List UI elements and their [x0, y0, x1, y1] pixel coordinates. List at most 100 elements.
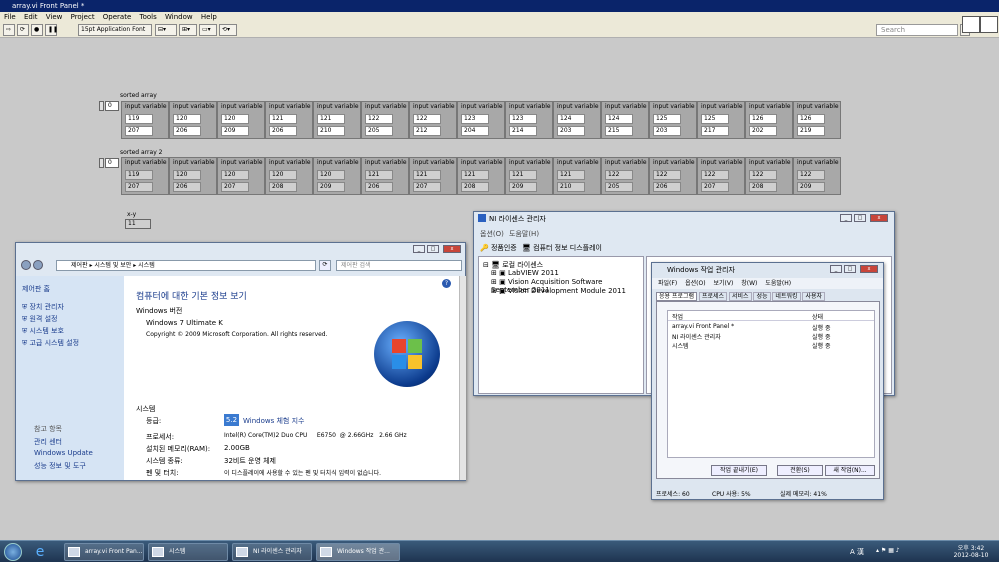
numeric-x[interactable]: 121: [269, 114, 297, 124]
close-icon[interactable]: x: [860, 265, 878, 273]
menu-options[interactable]: 옵션(O): [685, 280, 705, 287]
task-row[interactable]: 시스템 실행 중: [670, 341, 870, 350]
numeric-y[interactable]: 202: [749, 126, 777, 136]
rating-badge[interactable]: 5.2: [224, 414, 239, 426]
minimize-icon[interactable]: _: [830, 265, 842, 273]
distribute-objects-icon[interactable]: ⊞▾: [179, 24, 197, 36]
array-index[interactable]: 0: [105, 101, 119, 111]
activate-button[interactable]: 🔑 정품인증: [480, 243, 517, 253]
maximize-icon[interactable]: □: [854, 214, 866, 222]
tab-services[interactable]: 서비스: [728, 292, 752, 301]
sidebar-item-protection[interactable]: ⛨ 시스템 보호: [22, 326, 64, 336]
numeric-x[interactable]: 126: [749, 114, 777, 124]
start-button[interactable]: [4, 543, 22, 561]
computer-info-button[interactable]: 🖥 컴퓨터 정보 디스플레이: [522, 243, 602, 253]
refresh-icon[interactable]: ⟳: [319, 260, 331, 271]
task-row[interactable]: array.vi Front Panel * 실행 중: [670, 323, 870, 332]
numeric-x[interactable]: 121: [317, 114, 345, 124]
align-objects-icon[interactable]: ⊟▾: [155, 24, 177, 36]
clock[interactable]: 오후 3:42 2012-08-10: [950, 543, 992, 559]
menu-view[interactable]: 보기(V): [713, 280, 733, 287]
numeric-y[interactable]: 206: [269, 126, 297, 136]
menu-window[interactable]: 창(W): [741, 280, 757, 287]
tab-networking[interactable]: 네트워킹: [772, 292, 801, 301]
see-also-action-center[interactable]: 관리 센터: [34, 437, 62, 447]
sidebar-item-remote[interactable]: ⛨ 원격 설정: [22, 314, 57, 324]
run-arrow-icon[interactable]: ⇨: [3, 24, 15, 36]
ime-indicator[interactable]: A 漢: [850, 547, 864, 557]
index-spinner[interactable]: [99, 101, 104, 111]
back-icon[interactable]: [21, 260, 31, 270]
numeric-y[interactable]: 204: [461, 126, 489, 136]
numeric-x[interactable]: 122: [413, 114, 441, 124]
numeric-y[interactable]: 214: [509, 126, 537, 136]
menu-help[interactable]: Help: [201, 13, 217, 21]
tab-users[interactable]: 사용자: [802, 292, 825, 301]
breadcrumb[interactable]: 제어판 ▸ 시스템 및 보안 ▸ 시스템: [56, 260, 316, 271]
tab-applications[interactable]: 응용 프로그램: [656, 292, 698, 301]
tab-performance[interactable]: 성능: [753, 292, 771, 301]
numeric-y[interactable]: 212: [413, 126, 441, 136]
search-input[interactable]: Search: [876, 24, 958, 36]
numeric-y[interactable]: 205: [365, 126, 393, 136]
numeric-x[interactable]: 123: [509, 114, 537, 124]
numeric-x[interactable]: 122: [365, 114, 393, 124]
menu-project[interactable]: Project: [71, 13, 95, 21]
numeric-x[interactable]: 125: [701, 114, 729, 124]
maximize-icon[interactable]: □: [427, 245, 439, 253]
numeric-x[interactable]: 123: [461, 114, 489, 124]
numeric-x[interactable]: 120: [221, 114, 249, 124]
numeric-y[interactable]: 207: [125, 126, 153, 136]
index-spinner[interactable]: [99, 158, 104, 168]
sidebar-item-advanced[interactable]: ⛨ 고급 시스템 설정: [22, 338, 79, 348]
close-icon[interactable]: x: [870, 214, 888, 222]
ie-icon[interactable]: e: [30, 543, 50, 561]
abort-icon[interactable]: ●: [31, 24, 43, 36]
breadcrumb-item[interactable]: 제어판: [71, 262, 88, 269]
numeric-y[interactable]: 206: [173, 126, 201, 136]
taskbar-item-labview[interactable]: array.vi Front Pan...: [64, 543, 144, 561]
menu-window[interactable]: Window: [165, 13, 193, 21]
array-index[interactable]: 0: [105, 158, 119, 168]
column-status[interactable]: 상태: [812, 312, 823, 321]
sidebar-home[interactable]: 제어판 홈: [22, 284, 50, 294]
taskbar-item-task-manager[interactable]: Windows 작업 관...: [316, 543, 400, 561]
numeric-y[interactable]: 217: [701, 126, 729, 136]
taskbar-item-system[interactable]: 시스템: [148, 543, 228, 561]
end-task-button[interactable]: 작업 끝내기(E): [711, 465, 767, 476]
numeric-y[interactable]: 209: [221, 126, 249, 136]
menu-options[interactable]: 옵션(O): [480, 229, 504, 239]
menu-file[interactable]: File: [4, 13, 16, 21]
help-icon[interactable]: ?: [442, 279, 451, 288]
reorder-icon[interactable]: ⟲▾: [219, 24, 237, 36]
close-icon[interactable]: x: [443, 245, 461, 253]
breadcrumb-item[interactable]: 시스템: [138, 262, 155, 269]
column-task[interactable]: 작업: [672, 312, 683, 321]
numeric-y[interactable]: 219: [797, 126, 825, 136]
pause-icon[interactable]: ❚❚: [45, 24, 58, 36]
menu-edit[interactable]: Edit: [24, 13, 38, 21]
menu-tools[interactable]: Tools: [140, 13, 157, 21]
font-selector[interactable]: 15pt Application Font ▾: [78, 24, 152, 43]
numeric-y[interactable]: 203: [557, 126, 585, 136]
maximize-icon[interactable]: □: [844, 265, 856, 273]
tree-item[interactable]: ⊞ ▣ Vision Development Module 2011: [491, 287, 626, 295]
numeric-x[interactable]: 124: [557, 114, 585, 124]
run-continuously-icon[interactable]: ⟳: [17, 24, 29, 36]
resize-objects-icon[interactable]: ▭▾: [199, 24, 217, 36]
sidebar-item-device-manager[interactable]: ⛨ 장치 관리자: [22, 302, 64, 312]
minimize-icon[interactable]: _: [840, 214, 852, 222]
numeric-x[interactable]: 120: [173, 114, 201, 124]
scrollbar[interactable]: [459, 276, 466, 480]
menu-file[interactable]: 파일(F): [658, 280, 677, 287]
menu-help[interactable]: 도움말(H): [765, 280, 791, 287]
menu-help[interactable]: 도움말(H): [509, 229, 539, 239]
breadcrumb-item[interactable]: 시스템 및 보안: [94, 262, 131, 269]
new-task-button[interactable]: 새 작업(N)...: [825, 465, 875, 476]
numeric-y[interactable]: 215: [605, 126, 633, 136]
vi-connector-icon[interactable]: [962, 16, 980, 33]
taskbar-item-ni-license[interactable]: NI 라이센스 관리자: [232, 543, 312, 561]
see-also-performance[interactable]: 성능 정보 및 도구: [34, 461, 86, 471]
forward-icon[interactable]: [33, 260, 43, 270]
tab-processes[interactable]: 프로세스: [698, 292, 728, 301]
